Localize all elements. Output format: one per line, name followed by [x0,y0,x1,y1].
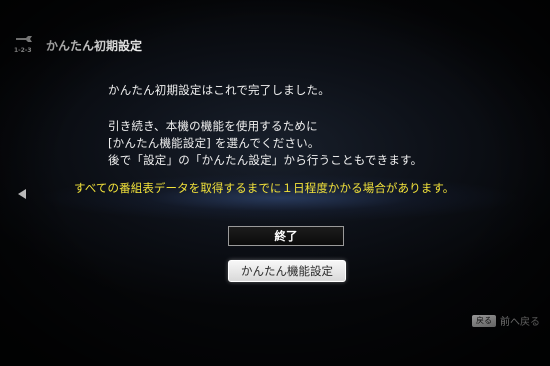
instruction-line-3: 後で「設定」の「かんたん設定」から行うこともできます。 [108,153,423,167]
setup-complete-screen: 1-2-3 かんたん初期設定 かんたん初期設定はこれで完了しました。 引き続き、… [0,0,550,366]
back-label: 前へ戻る [500,317,540,328]
end-button[interactable]: 終了 [228,226,344,246]
steps-label: 1-2-3 [14,47,32,54]
complete-message: かんたん初期設定はこれで完了しました。 [108,83,330,97]
epg-notice: すべての番組表データを取得するまでに１日程度かかる場合があります。 [74,181,455,195]
left-arrow-icon[interactable] [18,189,26,199]
highlight-glow [40,168,520,228]
back-key-icon[interactable]: 戻る [472,314,496,327]
instruction-line-1: 引き続き、本機の機能を使用するために [108,119,318,133]
screen-header: 1-2-3 かんたん初期設定 [14,34,142,56]
page-title: かんたん初期設定 [46,38,143,53]
easy-function-setup-button[interactable]: かんたん機能設定 [228,260,346,282]
wrench-icon: 1-2-3 [14,34,42,56]
footer-hint: 戻る 前へ戻る [472,313,540,328]
instruction-line-2: [かんたん機能設定] を選んでください。 [108,136,320,150]
